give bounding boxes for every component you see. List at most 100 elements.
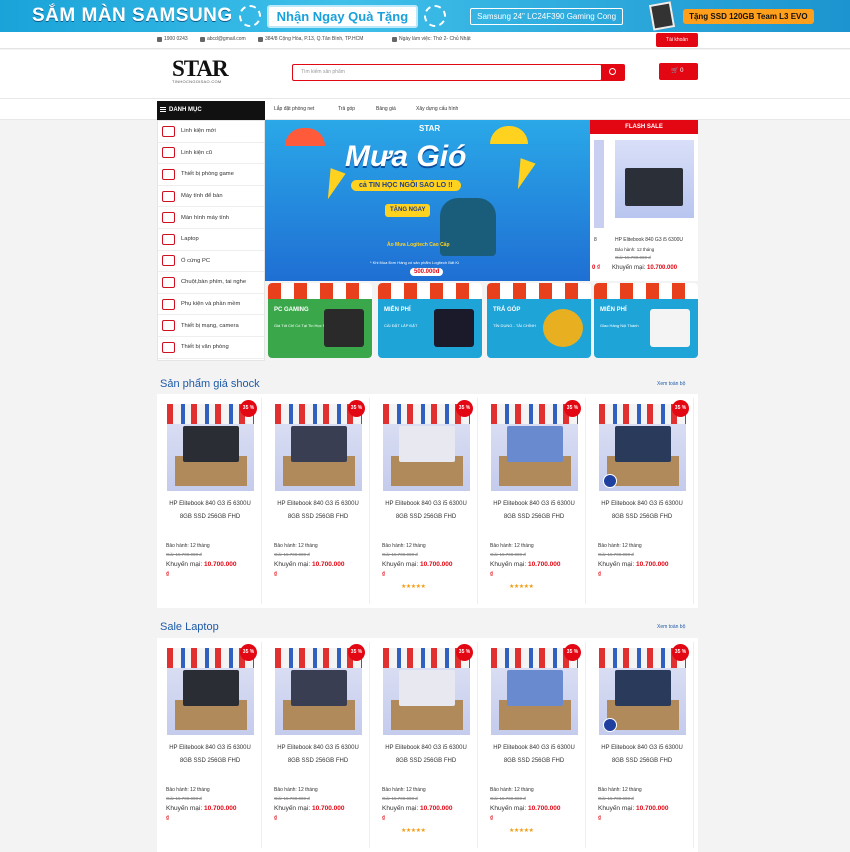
flash-product-name[interactable]: HP Elitebook 840 G3 i5 6300U	[615, 237, 683, 243]
product-card[interactable]: 35 % HP Elitebook 840 G3 i5 6300U 8GB SSD…	[157, 642, 262, 848]
product-image[interactable]	[167, 404, 254, 491]
product-promo-price: Khuyến mại: 10.700.000	[274, 805, 345, 812]
product-name[interactable]: HP Elitebook 840 G3 i5 6300U 8GB SSD 256…	[597, 742, 687, 768]
search-input[interactable]: Tìm kiếm sản phẩm	[292, 64, 602, 81]
sidebar-item[interactable]: Thiết bị văn phòng	[158, 337, 264, 359]
sidebar-item[interactable]: Chuột,bàn phím, tai nghe	[158, 272, 264, 294]
banner-gift: Nhận Ngay Quà Tặng	[266, 4, 419, 28]
sun-icon	[424, 5, 447, 27]
account-button[interactable]: Tài khoản	[656, 33, 698, 47]
sidebar-item[interactable]: Ổ cứng PC	[158, 251, 264, 273]
laptop-graphic	[399, 426, 455, 462]
product-image[interactable]	[383, 648, 470, 735]
banner-title: SẮM MÀN SAMSUNG	[32, 5, 233, 26]
slider-threshold: 500.000đ	[410, 268, 444, 276]
nav-item-installment[interactable]: Trả góp	[338, 106, 355, 112]
rating-stars: ★★★★★	[509, 828, 534, 834]
hero-slider[interactable]: STAR Mưa Gió cả TIN HỌC NGÔI SAO LO !! T…	[265, 120, 590, 281]
accessory-icon	[162, 298, 175, 310]
top-promo-banner[interactable]: SẮM MÀN SAMSUNG Nhận Ngay Quà Tặng Samsu…	[0, 0, 850, 32]
sidebar-item[interactable]: Linh kiện mới	[158, 121, 264, 143]
see-all-link[interactable]: Xem toàn bộ	[657, 381, 685, 387]
product-promo-price: Khuyến mại: 10.700.000	[490, 561, 561, 568]
flash-product-image[interactable]	[615, 140, 694, 218]
product-name[interactable]: HP Elitebook 840 G3 i5 6300U 8GB SSD 256…	[273, 498, 363, 524]
sidebar-item[interactable]: Thiết bị phòng game	[158, 164, 264, 186]
nav-item-pricelist[interactable]: Bảng giá	[376, 106, 396, 112]
hours-info: Ngày làm việc: Thứ 2- Chủ Nhật	[392, 36, 471, 42]
discount-badge: 35 %	[240, 644, 257, 661]
monitor-icon	[162, 212, 175, 224]
product-card[interactable]: 35 % HP Elitebook 840 G3 i5 6300U 8GB SSD…	[265, 642, 370, 848]
search-button[interactable]	[601, 64, 625, 81]
promo-label: TRẢ GÓP	[493, 307, 521, 313]
product-currency: ₫	[598, 572, 602, 578]
product-currency: ₫	[382, 572, 386, 578]
lightning-graphic	[510, 158, 536, 192]
see-all-link[interactable]: Xem toàn bộ	[657, 624, 685, 630]
product-image[interactable]	[275, 648, 362, 735]
flash-prev-price: 0 ₫	[592, 265, 601, 271]
monitor-icon	[434, 309, 474, 347]
product-card[interactable]: 35 % HP Elitebook 840 G3 i5 6300U 8GB SSD…	[265, 398, 370, 604]
nav-item-build[interactable]: Xây dựng cấu hình	[416, 106, 458, 112]
promo-body: MIỄN PHÍ CÀI ĐẶT LẮP ĐẶT	[378, 299, 482, 358]
sidebar-item[interactable]: Máy tính để bàn	[158, 186, 264, 208]
product-card[interactable]: 35 % HP Elitebook 840 G3 i5 6300U 8GB SSD…	[481, 398, 586, 604]
product-name[interactable]: HP Elitebook 840 G3 i5 6300U 8GB SSD 256…	[489, 498, 579, 524]
clock-icon	[392, 36, 397, 42]
product-name[interactable]: HP Elitebook 840 G3 i5 6300U 8GB SSD 256…	[381, 742, 471, 768]
sidebar-item[interactable]: Phụ kiện và phần mềm	[158, 294, 264, 316]
product-name[interactable]: HP Elitebook 840 G3 i5 6300U 8GB SSD 256…	[273, 742, 363, 768]
product-image[interactable]	[275, 404, 362, 491]
sidebar-item[interactable]: Thiết bị mạng, camera	[158, 315, 264, 337]
product-old-price: Giá: 15.700.000 đ	[274, 552, 310, 557]
product-name[interactable]: HP Elitebook 840 G3 i5 6300U 8GB SSD 256…	[381, 498, 471, 524]
product-image[interactable]	[491, 404, 578, 491]
coins-icon	[543, 309, 583, 347]
truck-icon	[650, 309, 690, 347]
banner-gift-item: Tặng SSD 120GB Team L3 EVO	[683, 8, 814, 24]
product-name[interactable]: HP Elitebook 840 G3 i5 6300U 8GB SSD 256…	[597, 498, 687, 524]
product-card[interactable]: 35 % HP Elitebook 840 G3 i5 6300U 8GB SSD…	[589, 398, 694, 604]
product-card[interactable]: 35 % HP Elitebook 840 G3 i5 6300U 8GB SSD…	[157, 398, 262, 604]
nav-item-net[interactable]: Lắp đặt phòng net	[274, 106, 314, 112]
site-logo[interactable]: STAR TINHOCNGOISAO.COM	[172, 56, 234, 92]
sidebar-item[interactable]: Màn hình máy tính	[158, 207, 264, 229]
product-name[interactable]: HP Elitebook 840 G3 i5 6300U 8GB SSD 256…	[489, 742, 579, 768]
cart-button[interactable]: 🛒 0	[659, 63, 698, 80]
product-warranty: Bảo hành: 12 tháng	[598, 543, 642, 549]
promo-tile-delivery[interactable]: MIỄN PHÍ Giao Hàng Nội Thành	[594, 283, 698, 358]
flash-sale: FLASH SALE 8 0 ₫ HP Elitebook 840 G3 i5 …	[590, 120, 698, 281]
product-warranty: Bảo hành: 12 tháng	[382, 787, 426, 793]
product-card[interactable]: 35 % HP Elitebook 840 G3 i5 6300U 8GB SSD…	[373, 398, 478, 604]
promo-tile-pc-gaming[interactable]: PC GAMING Giá Tốt Chỉ Có Tại Tin Học Ngô…	[268, 283, 372, 358]
product-card[interactable]: 35 % HP Elitebook 840 G3 i5 6300U 8GB SSD…	[373, 642, 478, 848]
chip-icon	[162, 125, 175, 137]
promo-tile-install[interactable]: MIỄN PHÍ CÀI ĐẶT LẮP ĐẶT	[378, 283, 482, 358]
phone-info: 1900 0243	[157, 36, 188, 42]
product-card[interactable]: 35 % HP Elitebook 840 G3 i5 6300U 8GB SSD…	[589, 642, 694, 848]
product-promo-price: Khuyến mại: 10.700.000	[598, 805, 669, 812]
product-warranty: Bảo hành: 12 tháng	[490, 543, 534, 549]
product-name[interactable]: HP Elitebook 840 G3 i5 6300U 8GB SSD 256…	[165, 498, 255, 524]
product-image[interactable]	[167, 648, 254, 735]
product-warranty: Bảo hành: 12 tháng	[382, 543, 426, 549]
laptop-graphic	[615, 670, 671, 706]
address-text: 384/8 Cộng Hòa, P.13, Q.Tân Bình, TP.HCM	[265, 36, 364, 42]
flash-prev-image[interactable]	[594, 140, 604, 228]
category-menu-button[interactable]: DANH MỤC	[157, 101, 265, 120]
mail-icon	[200, 36, 205, 42]
product-image[interactable]	[599, 648, 686, 735]
product-image[interactable]	[383, 404, 470, 491]
product-image[interactable]	[491, 648, 578, 735]
camera-icon	[162, 320, 175, 332]
product-name[interactable]: HP Elitebook 840 G3 i5 6300U 8GB SSD 256…	[165, 742, 255, 768]
promo-tile-installment[interactable]: TRẢ GÓP TÍN DỤNG - TÀI CHÍNH	[487, 283, 591, 358]
printer-icon	[162, 341, 175, 353]
sidebar-item[interactable]: Linh kiện cũ	[158, 143, 264, 165]
sidebar-item[interactable]: Laptop	[158, 229, 264, 251]
product-card[interactable]: 35 % HP Elitebook 840 G3 i5 6300U 8GB SSD…	[481, 642, 586, 848]
product-image[interactable]	[599, 404, 686, 491]
discount-badge: 35 %	[456, 644, 473, 661]
